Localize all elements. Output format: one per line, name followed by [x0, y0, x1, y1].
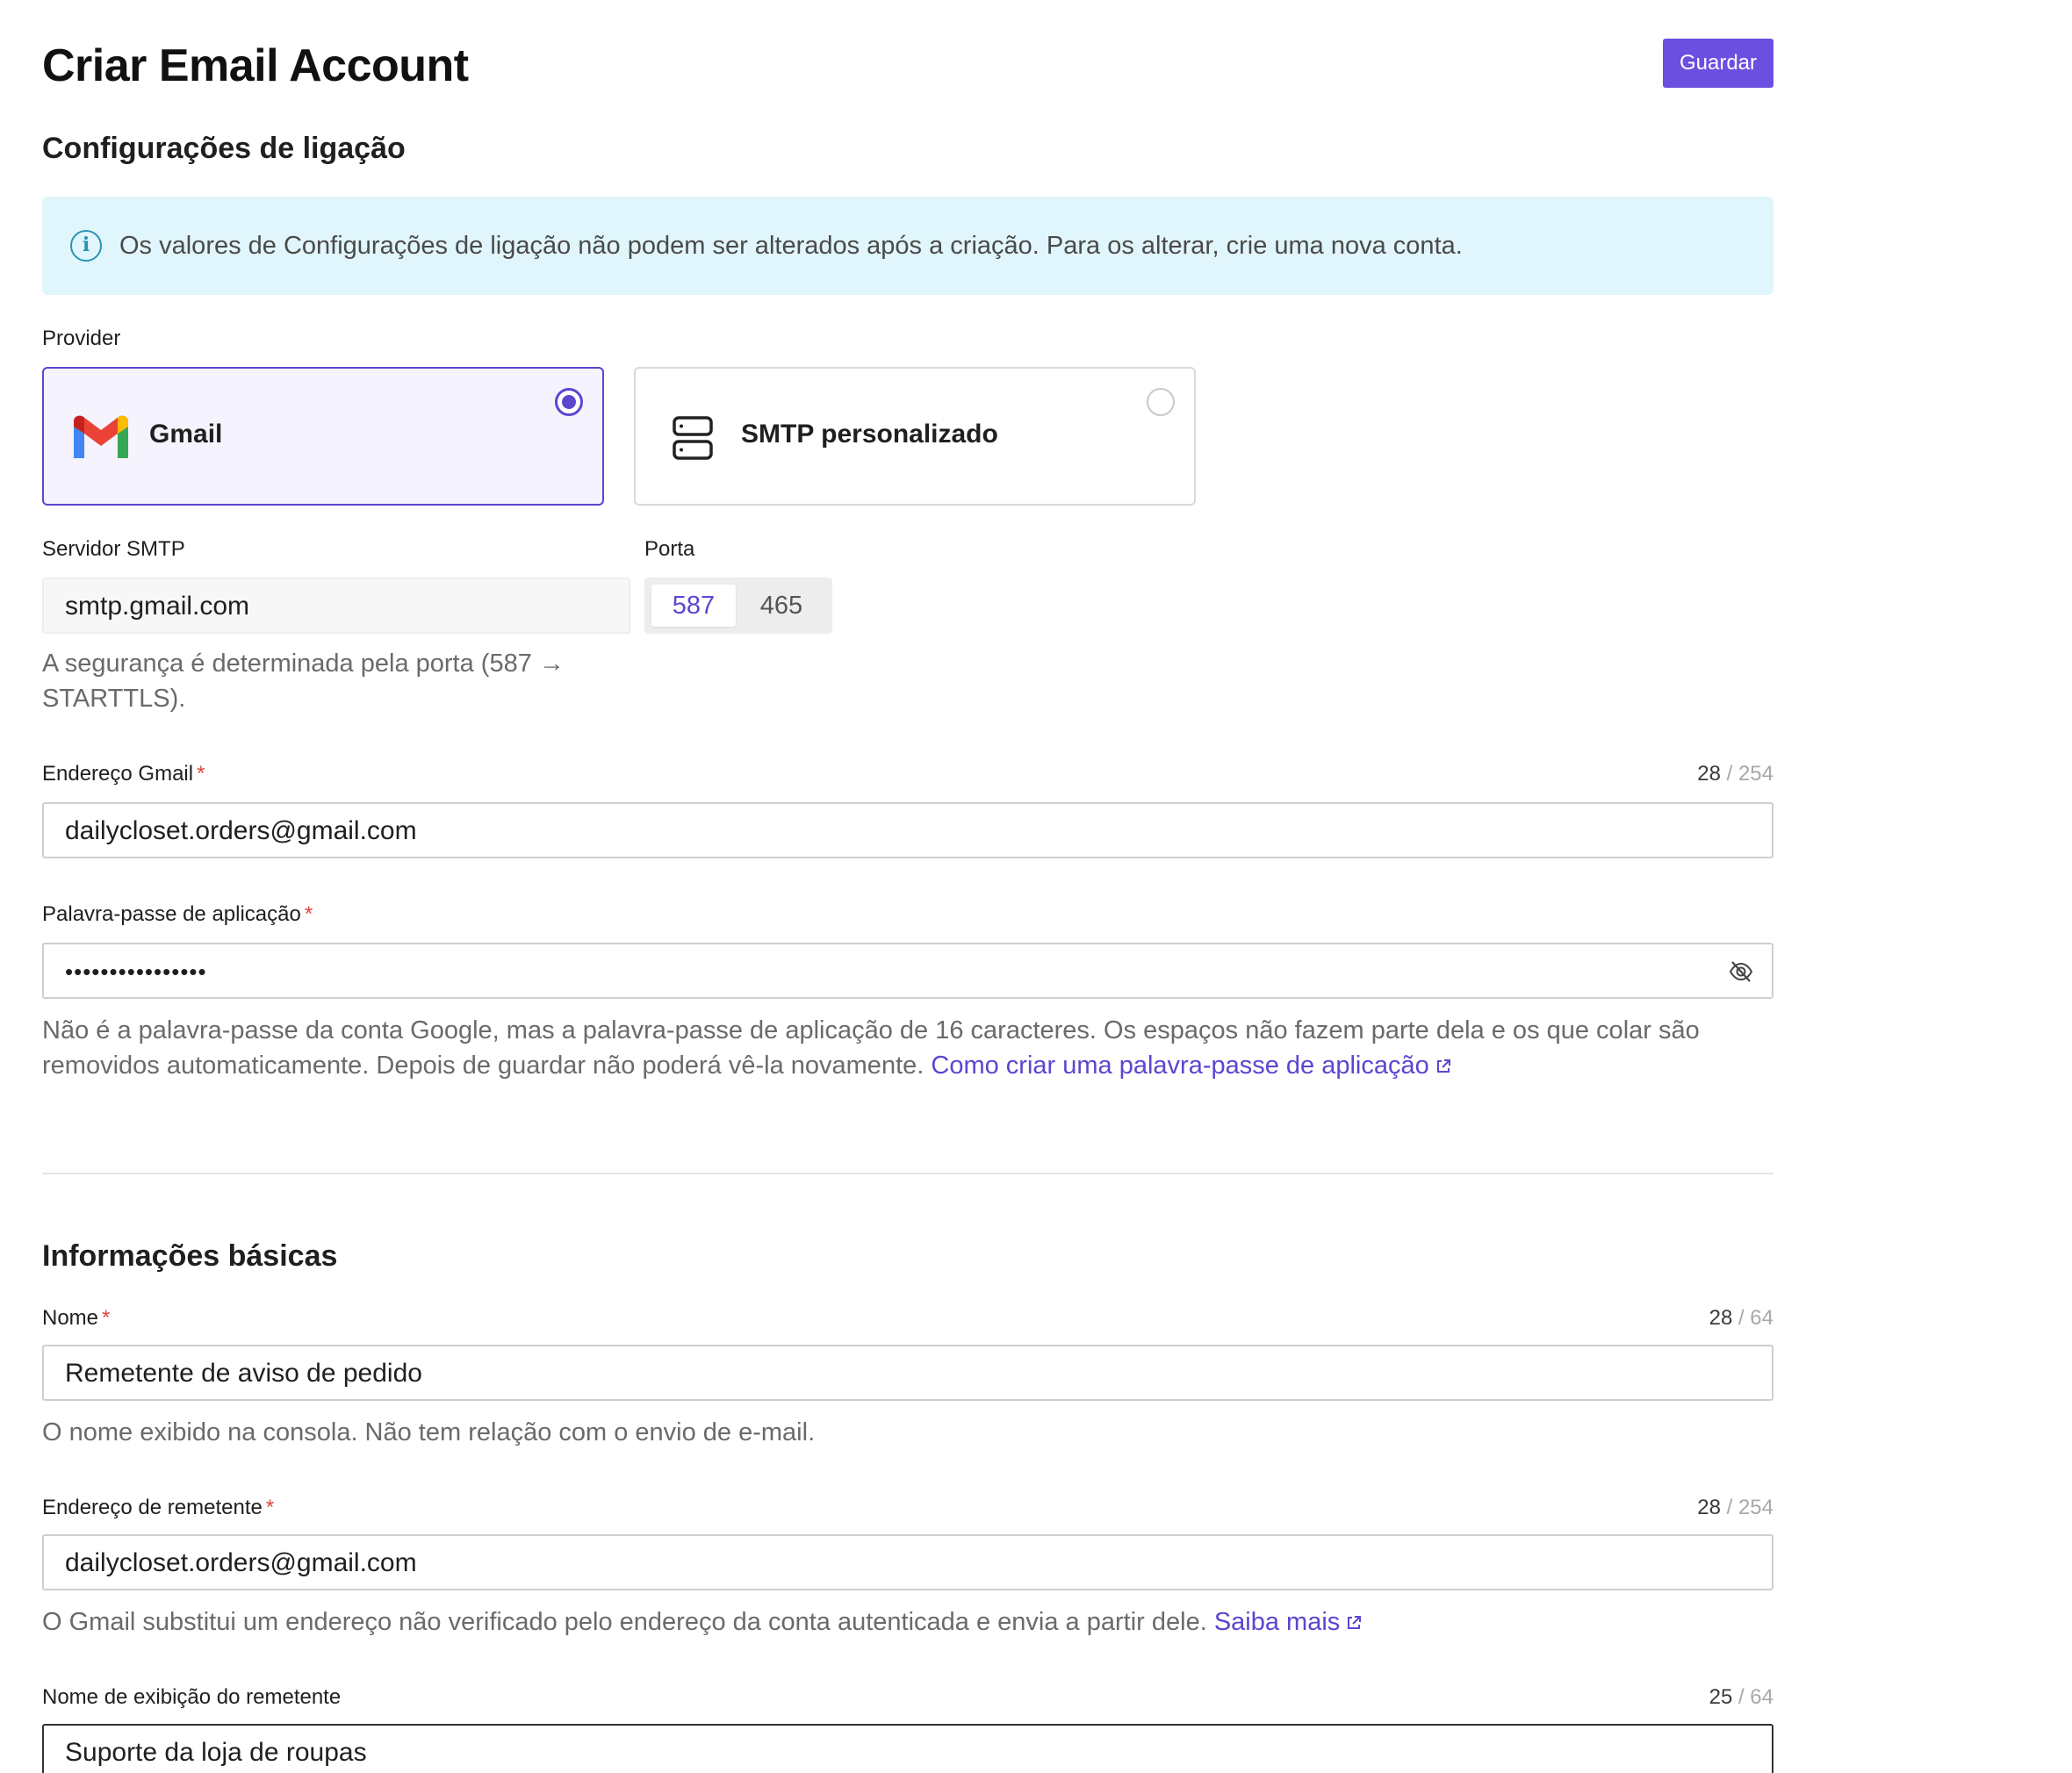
- app-password-label: Palavra-passe de aplicação *: [42, 902, 313, 927]
- info-text: Os valores de Configurações de ligação n…: [119, 232, 1463, 260]
- smtp-server-label: Servidor SMTP: [42, 537, 185, 561]
- name-value: Remetente de aviso de pedido: [65, 1359, 422, 1388]
- port-option-465[interactable]: 465: [739, 585, 824, 627]
- provider-option-smtp[interactable]: SMTP personalizado: [634, 367, 1196, 506]
- smtp-server-field: smtp.gmail.com: [42, 578, 630, 634]
- name-help-text: O nome exibido na consola. Não tem relaç…: [42, 1418, 816, 1446]
- required-marker: *: [197, 762, 205, 786]
- connection-section-title: Configurações de ligação: [42, 132, 406, 165]
- app-password-help-link-text: Como criar uma palavra-passe de aplicaçã…: [931, 1052, 1429, 1080]
- app-password-help-line: removidos automaticamente. Depois de gua…: [42, 1048, 1700, 1083]
- app-password-help-link[interactable]: Como criar uma palavra-passe de aplicaçã…: [931, 1052, 1451, 1080]
- char-count: 25: [1709, 1685, 1733, 1709]
- char-count: 28: [1697, 1496, 1721, 1519]
- learn-more-link[interactable]: Saiba mais: [1214, 1608, 1363, 1636]
- sender-display-name-input[interactable]: Suporte da loja de roupas: [42, 1724, 1773, 1773]
- radio-selected[interactable]: [555, 388, 583, 416]
- name-input[interactable]: Remetente de aviso de pedido: [42, 1345, 1773, 1401]
- page-title: Criar Email Account: [42, 40, 469, 91]
- char-max: / 64: [1737, 1306, 1773, 1330]
- info-banner: i Os valores de Configurações de ligação…: [42, 197, 1773, 295]
- gmail-address-input[interactable]: dailycloset.orders@gmail.com: [42, 802, 1773, 858]
- app-password-help-line: Não é a palavra-passe da conta Google, m…: [42, 1016, 1700, 1044]
- provider-option-gmail[interactable]: Gmail: [42, 367, 604, 506]
- app-password-help-line-text: removidos automaticamente. Depois de gua…: [42, 1052, 924, 1080]
- sender-address-value: dailycloset.orders@gmail.com: [65, 1548, 417, 1577]
- char-max: / 254: [1726, 1496, 1773, 1519]
- char-max: / 254: [1726, 762, 1773, 786]
- char-count: 28: [1697, 762, 1721, 786]
- sender-address-counter: 28 / 254: [1697, 1496, 1773, 1520]
- sender-display-name-label: Nome de exibição do remetente: [42, 1685, 342, 1709]
- gmail-icon: [74, 415, 128, 458]
- provider-name: Gmail: [149, 420, 223, 449]
- gmail-address-counter: 28 / 254: [1697, 762, 1773, 786]
- sender-address-input[interactable]: dailycloset.orders@gmail.com: [42, 1534, 1773, 1590]
- char-max: / 64: [1737, 1685, 1773, 1709]
- radio-unselected[interactable]: [1147, 388, 1175, 416]
- sender-address-help-line: O Gmail substitui um endereço não verifi…: [42, 1608, 1207, 1636]
- basic-section-title: Informações básicas: [42, 1239, 338, 1273]
- app-password-value: ••••••••••••••••: [65, 958, 207, 985]
- provider-name: SMTP personalizado: [741, 420, 998, 449]
- app-password-help-text: Não é a palavra-passe da conta Google, m…: [42, 1013, 1700, 1083]
- external-link-icon: [1348, 1616, 1362, 1629]
- info-icon: i: [70, 230, 102, 262]
- security-help-text: A segurança é determinada pela porta (58…: [42, 646, 565, 716]
- sender-address-help-text: O Gmail substitui um endereço não verifi…: [42, 1604, 1363, 1640]
- required-marker: *: [102, 1306, 111, 1330]
- required-marker: *: [304, 902, 313, 926]
- name-label: Nome *: [42, 1306, 110, 1331]
- char-count: 28: [1709, 1306, 1733, 1330]
- server-icon: [673, 416, 713, 460]
- app-password-input[interactable]: ••••••••••••••••: [42, 943, 1773, 999]
- sender-address-label-text: Endereço de remetente: [42, 1496, 263, 1519]
- eye-off-icon[interactable]: [1728, 958, 1754, 985]
- port-segmented-control: 587 465: [644, 578, 832, 634]
- smtp-server-value: smtp.gmail.com: [65, 592, 250, 621]
- sender-address-label: Endereço de remetente *: [42, 1496, 274, 1520]
- name-label-text: Nome: [42, 1306, 99, 1330]
- required-marker: *: [265, 1496, 275, 1519]
- learn-more-link-text: Saiba mais: [1213, 1608, 1341, 1636]
- security-help-line: STARTTLS).: [42, 685, 186, 713]
- port-label: Porta: [644, 537, 695, 561]
- app-password-label-text: Palavra-passe de aplicação: [42, 902, 301, 926]
- save-button[interactable]: Guardar: [1663, 39, 1773, 88]
- gmail-address-value: dailycloset.orders@gmail.com: [65, 816, 417, 845]
- external-link-icon: [1436, 1059, 1450, 1073]
- section-divider: [42, 1173, 1773, 1174]
- sender-display-name-value: Suporte da loja de roupas: [65, 1738, 367, 1767]
- page-header: Criar Email Account Guardar: [42, 35, 1773, 97]
- security-help-line: A segurança é determinada pela porta (58…: [42, 650, 565, 678]
- gmail-address-label-text: Endereço Gmail: [42, 762, 194, 786]
- sender-display-name-counter: 25 / 64: [1709, 1685, 1773, 1710]
- port-option-587[interactable]: 587: [651, 585, 736, 627]
- gmail-address-label: Endereço Gmail *: [42, 762, 205, 786]
- name-counter: 28 / 64: [1709, 1306, 1773, 1331]
- provider-label: Provider: [42, 327, 121, 350]
